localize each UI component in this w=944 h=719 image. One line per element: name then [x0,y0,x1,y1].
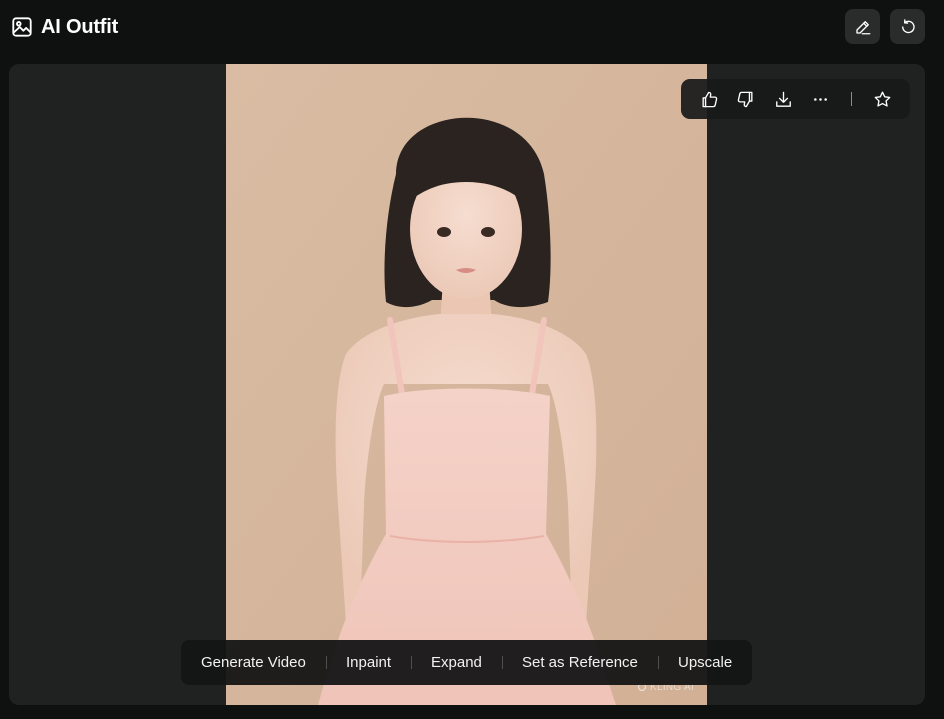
inpaint-button[interactable]: Inpaint [346,640,391,685]
undo-icon [901,18,915,33]
undo-button[interactable] [890,9,925,44]
action-divider [658,656,659,669]
portrait-illustration [226,64,707,705]
upscale-button[interactable]: Upscale [678,640,732,685]
image-icon [12,17,32,37]
action-bar: Generate Video Inpaint Expand Set as Ref… [181,640,752,685]
action-divider [326,656,327,669]
set-as-reference-button[interactable]: Set as Reference [522,640,638,685]
thumbs-up-icon [701,91,717,107]
more-icon [813,97,827,101]
edit-button[interactable] [845,9,880,44]
toolbar-divider [851,92,852,106]
more-button[interactable] [809,88,831,110]
generate-video-button[interactable]: Generate Video [201,640,306,685]
page-title: AI Outfit [41,15,119,38]
download-icon [775,91,791,107]
title-area: AI Outfit [11,14,118,40]
favorite-button[interactable] [871,88,893,110]
dislike-button[interactable] [734,88,756,110]
download-button[interactable] [772,88,794,110]
generated-image [226,64,707,705]
preview-panel: KLING AI Generate Video Inpaint Expand S… [9,64,925,705]
app-header: AI Outfit [0,0,944,56]
action-divider [502,656,503,669]
thumbs-down-icon [737,91,753,107]
image-toolbar [681,79,910,119]
star-icon [874,91,890,107]
action-divider [411,656,412,669]
like-button[interactable] [698,88,720,110]
pencil-icon [855,20,870,34]
expand-button[interactable]: Expand [431,640,482,685]
